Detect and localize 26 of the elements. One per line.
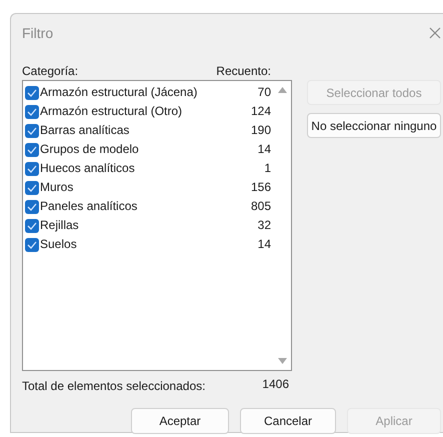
category-name: Rejillas	[40, 216, 79, 234]
category-name: Armazón estructural (Jácena)	[40, 84, 198, 100]
select-none-button[interactable]: No seleccionar ninguno	[307, 113, 441, 138]
category-count: 14	[258, 236, 271, 252]
window-title: Filtro	[22, 24, 54, 42]
category-name: Muros	[40, 178, 74, 196]
category-count: 805	[250, 198, 271, 214]
category-count: 1	[264, 160, 271, 176]
category-count: 14	[258, 140, 271, 158]
category-count: 70	[258, 84, 271, 100]
button[interactable]: Aceptar	[131, 408, 229, 434]
total-value: 1406	[262, 376, 289, 393]
button[interactable]: Cancelar	[240, 408, 336, 434]
category-name: Suelos	[40, 236, 77, 252]
column-header: Recuento:	[216, 63, 271, 80]
category-count: 190	[250, 122, 271, 138]
category-count: 32	[258, 216, 271, 234]
category-count: 156	[250, 178, 271, 196]
category-name: Barras analíticas	[40, 122, 130, 138]
category-name: Grupos de modelo	[40, 140, 139, 158]
category-name: Huecos analíticos	[40, 160, 135, 176]
category-name: Paneles analíticos	[40, 198, 138, 214]
category-count: 124	[250, 102, 271, 120]
column-header: Categoría:	[22, 63, 78, 80]
total-label: Total de elementos seleccionados:	[22, 378, 206, 395]
category-name: Armazón estructural (Otro)	[40, 102, 182, 120]
